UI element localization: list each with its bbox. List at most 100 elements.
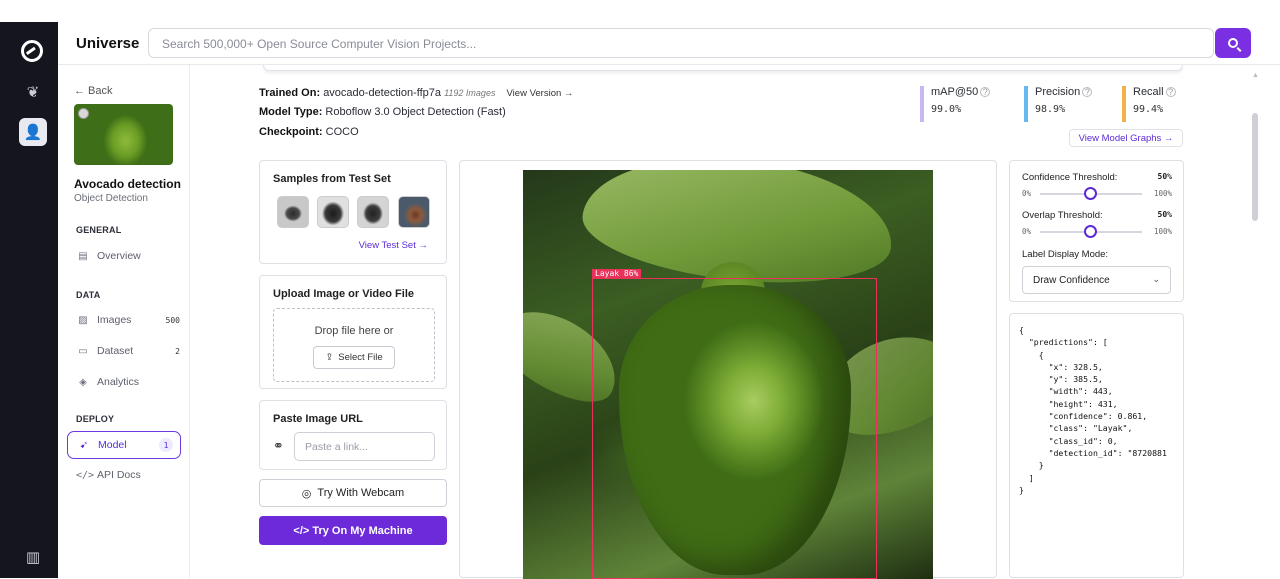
overlap-slider[interactable]: 0% 100%: [1022, 225, 1172, 238]
sample-thumbnail[interactable]: [277, 196, 309, 228]
confidence-slider[interactable]: 0% 100%: [1022, 187, 1172, 200]
metric-map50: mAP@50? 99.0%: [920, 86, 991, 122]
info-icon[interactable]: ?: [1165, 87, 1176, 97]
upload-title: Upload Image or Video File: [273, 288, 414, 300]
view-test-set-link[interactable]: View Test Set →: [359, 240, 428, 251]
section-deploy: DEPLOY: [76, 414, 115, 424]
app-rail: ❦ 👤 ▥: [0, 22, 58, 578]
overlap-value: 50%: [1157, 210, 1172, 219]
project-title: Avocado detection: [74, 177, 181, 191]
dataset-icon: ▭: [78, 345, 88, 357]
sample-thumbnail[interactable]: [398, 196, 430, 228]
analytics-icon: ◈: [79, 376, 87, 388]
leaf-icon[interactable]: ❦: [20, 79, 46, 105]
badge-icon: [78, 108, 89, 119]
sidebar-item-analytics[interactable]: ◈ Analytics: [76, 372, 180, 392]
sidebar-item-overview[interactable]: ▤ Overview: [76, 246, 180, 266]
image-icon: ▨: [78, 314, 88, 326]
view-version-link[interactable]: View Version →: [507, 88, 574, 99]
file-dropzone[interactable]: Drop file here or ⇪ Select File: [273, 308, 435, 382]
slider-max: 100%: [1153, 227, 1172, 236]
model-type-value: Roboflow 3.0 Object Detection (Fast): [325, 106, 506, 118]
overlap-row: Overlap Threshold: 50%: [1022, 210, 1172, 221]
checkpoint-value: COCO: [325, 126, 359, 138]
search-input[interactable]: Search 500,000+ Open Source Computer Vis…: [148, 28, 1214, 58]
sidebar-item-api-docs[interactable]: </> API Docs: [76, 465, 180, 485]
project-thumbnail[interactable]: [74, 104, 173, 165]
try-on-machine-button[interactable]: </> Try On My Machine: [259, 516, 447, 545]
slider-knob[interactable]: [1084, 187, 1097, 200]
metric-label: Recall: [1133, 86, 1164, 98]
code-icon: </>: [76, 469, 95, 481]
try-webcam-button[interactable]: ◎ Try With Webcam: [259, 479, 447, 507]
sidebar-item-dataset[interactable]: ▭ Dataset 2: [76, 341, 180, 361]
confidence-label: Confidence Threshold:: [1022, 172, 1118, 183]
brand-name[interactable]: Universe: [76, 35, 139, 52]
project-type: Object Detection: [74, 193, 148, 204]
upload-card: Upload Image or Video File Drop file her…: [259, 275, 447, 389]
detection-label: Layak 86%: [592, 269, 642, 279]
sidebar-item-model[interactable]: ➹ Model 1: [67, 431, 181, 459]
predictions-json: { "predictions": [ { "x": 328.5, "y": 38…: [1009, 313, 1184, 578]
webcam-label: Try With Webcam: [317, 487, 405, 499]
model-type: Model Type: Roboflow 3.0 Object Detectio…: [259, 106, 506, 118]
webcam-icon: ◎: [301, 487, 312, 500]
select-file-label: Select File: [338, 352, 383, 363]
sidebar-item-label: Overview: [97, 250, 141, 262]
search-icon: [1228, 38, 1238, 48]
confidence-row: Confidence Threshold: 50%: [1022, 172, 1172, 183]
metric-precision: Precision? 98.9%: [1024, 86, 1093, 122]
threshold-controls: Confidence Threshold: 50% 0% 100% Overla…: [1009, 160, 1184, 302]
metric-value: 99.4%: [1133, 104, 1164, 115]
slider-min: 0%: [1022, 227, 1032, 236]
sidebar-item-label: Images: [97, 314, 132, 326]
search-button[interactable]: [1215, 28, 1251, 58]
sidebar-item-label: Analytics: [97, 376, 140, 388]
images-count: 1192 Images: [444, 88, 496, 98]
top-bar: Universe Search 500,000+ Open Source Com…: [58, 22, 1280, 65]
rocket-icon: ➹: [79, 439, 89, 451]
info-icon[interactable]: ?: [980, 87, 991, 97]
trained-on-value: avocado-detection-ffp7a: [323, 87, 442, 99]
detection-bounding-box: [592, 278, 877, 579]
metric-label: Precision: [1035, 86, 1081, 98]
slider-min: 0%: [1022, 189, 1032, 198]
back-link[interactable]: ← Back: [74, 85, 113, 97]
view-model-graphs-button[interactable]: View Model Graphs →: [1069, 129, 1183, 147]
checkpoint-label: Checkpoint:: [259, 126, 323, 138]
dropzone-text: Drop file here or: [314, 325, 394, 337]
info-icon[interactable]: ?: [1082, 87, 1093, 97]
sidebar-item-images[interactable]: ▨ Images 500: [76, 310, 180, 330]
slider-max: 100%: [1153, 189, 1172, 198]
samples-title: Samples from Test Set: [273, 173, 391, 185]
paste-url-title: Paste Image URL: [273, 413, 363, 425]
slider-knob[interactable]: [1084, 225, 1097, 238]
sidebar-item-label: Model: [98, 439, 127, 451]
sample-thumbnail[interactable]: [357, 196, 389, 228]
document-icon: ▤: [78, 250, 88, 262]
sample-thumbnail[interactable]: [317, 196, 349, 228]
metric-value: 98.9%: [1035, 104, 1066, 115]
project-sidebar: ← Back Avocado detection Object Detectio…: [58, 65, 190, 578]
sidebar-item-label: API Docs: [97, 469, 141, 481]
scroll-up-icon[interactable]: ▲: [1252, 72, 1259, 79]
trained-on: Trained On: avocado-detection-ffp7a 1192…: [259, 87, 573, 99]
item-count: 500: [165, 315, 180, 325]
avocado-photo: Layak 86%: [523, 170, 933, 579]
samples-card: Samples from Test Set View Test Set →: [259, 160, 447, 264]
chevron-down-icon: ⌄: [1152, 274, 1160, 284]
page-scrollbar[interactable]: [1252, 113, 1258, 221]
roboflow-logo-icon[interactable]: [21, 40, 43, 62]
label-mode-label: Label Display Mode:: [1022, 249, 1109, 260]
select-file-button[interactable]: ⇪ Select File: [313, 346, 395, 369]
label-mode-value: Draw Confidence: [1033, 275, 1110, 286]
model-type-label: Model Type:: [259, 106, 323, 118]
library-icon[interactable]: ▥: [20, 544, 46, 570]
checkpoint: Checkpoint: COCO: [259, 126, 359, 138]
add-user-icon[interactable]: 👤: [19, 118, 47, 146]
confidence-value: 50%: [1157, 172, 1172, 181]
inference-preview: Layak 86%: [459, 160, 997, 579]
label-mode-row: Label Display Mode:: [1022, 249, 1172, 260]
label-mode-select[interactable]: Draw Confidence ⌄: [1022, 266, 1171, 294]
image-url-input[interactable]: Paste a link...: [294, 432, 435, 461]
